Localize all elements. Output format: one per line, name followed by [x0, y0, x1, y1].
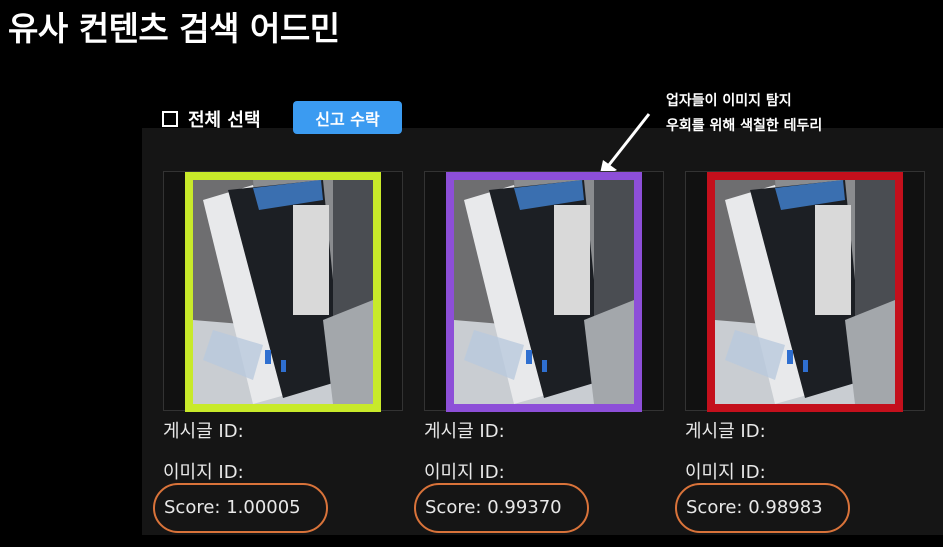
- post-id-label: 게시글 ID:: [685, 421, 766, 442]
- post-id-label: 게시글 ID:: [424, 421, 505, 442]
- score-value: Score: 1.00005: [164, 497, 301, 518]
- product-photo: [193, 180, 373, 404]
- select-all-label: 전체 선택: [188, 110, 261, 131]
- result-card[interactable]: 게시글 ID: 이미지 ID: Score: 0.99370: [414, 171, 664, 533]
- colored-border-frame: [185, 172, 381, 412]
- censor-block: [293, 205, 329, 315]
- image-id-label: 이미지 ID:: [685, 462, 766, 483]
- colored-border-frame: [707, 172, 903, 412]
- select-all-toggle[interactable]: 전체 선택: [162, 104, 261, 134]
- annotation-note: 업자들이 이미지 탐지 우회를 위해 색칠한 테두리: [666, 89, 906, 139]
- annotation-line-1: 업자들이 이미지 탐지: [666, 93, 792, 109]
- image-id-label: 이미지 ID:: [163, 462, 244, 483]
- censor-block: [815, 205, 851, 315]
- select-all-checkbox[interactable]: [162, 111, 178, 127]
- accept-report-button[interactable]: 신고 수락: [293, 101, 402, 134]
- product-photo: [715, 180, 895, 404]
- score-value: Score: 0.98983: [686, 497, 823, 518]
- result-card[interactable]: 게시글 ID: 이미지 ID: Score: 0.98983: [675, 171, 925, 533]
- image-id-label: 이미지 ID:: [424, 462, 505, 483]
- product-photo: [454, 180, 634, 404]
- censor-block: [554, 205, 590, 315]
- annotation-line-2: 우회를 위해 색칠한 테두리: [666, 118, 823, 134]
- result-thumbnail[interactable]: [424, 171, 664, 412]
- score-value: Score: 0.99370: [425, 497, 562, 518]
- result-thumbnail[interactable]: [163, 171, 403, 412]
- result-card[interactable]: 게시글 ID: 이미지 ID: Score: 1.00005: [153, 171, 403, 533]
- post-id-label: 게시글 ID:: [163, 421, 244, 442]
- colored-border-frame: [446, 172, 642, 412]
- result-thumbnail[interactable]: [685, 171, 925, 412]
- page-title: 유사 컨텐츠 검색 어드민: [8, 9, 340, 48]
